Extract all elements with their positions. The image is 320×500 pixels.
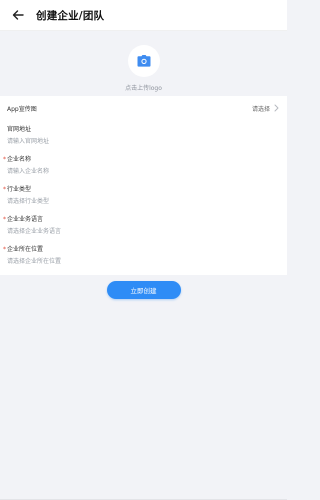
industry-input[interactable] [7, 197, 207, 206]
company-name-label: 企业名称 [7, 156, 32, 163]
website-field: 官网地址 [0, 120, 287, 150]
required-mark: * [3, 216, 6, 223]
logo-upload-section: 点击上传logo [0, 31, 287, 97]
submit-area: 立即创建 [0, 275, 287, 299]
required-mark: * [3, 246, 6, 253]
app-banner-value: 请选择 [251, 105, 270, 113]
app-banner-label: App宣传图 [7, 105, 37, 113]
location-field: * 企业所在位置 [0, 240, 287, 270]
company-form: App宣传图 请选择 官网地址 * 企业名称 * 行业类型 * 企业业务语言 [0, 96, 287, 275]
location-input[interactable] [7, 257, 207, 266]
company-name-field: * 企业名称 [0, 150, 287, 180]
logo-upload-button[interactable] [127, 45, 160, 77]
top-bar: 创建企业/团队 [0, 0, 287, 31]
business-language-field: * 企业业务语言 [0, 210, 287, 240]
website-input[interactable] [7, 137, 207, 146]
business-language-label: 企业业务语言 [7, 216, 44, 223]
create-team-page: 创建企业/团队 点击上传logo App宣传图 请选择 官网地址 请输入官网地址… [0, 0, 287, 500]
required-mark: * [3, 186, 6, 193]
app-banner-selector[interactable]: App宣传图 请选择 [0, 96, 287, 120]
industry-field: * 行业类型 [0, 180, 287, 210]
required-mark: * [3, 156, 6, 163]
industry-label: 行业类型 [7, 186, 32, 193]
app-banner-value-group: 请选择 [252, 104, 279, 113]
business-language-input[interactable] [7, 227, 207, 236]
location-label: 企业所在位置 [7, 246, 44, 253]
arrow-left-icon [12, 10, 24, 20]
create-now-button[interactable]: 立即创建 [106, 281, 181, 299]
camera-icon [137, 55, 150, 67]
page-title: 创建企业/团队 [36, 9, 105, 22]
website-label: 官网地址 [7, 126, 32, 133]
logo-upload-label: 点击上传logo [125, 85, 162, 92]
chevron-right-icon [274, 104, 279, 112]
back-button[interactable] [10, 7, 26, 23]
company-name-input[interactable] [7, 167, 207, 176]
